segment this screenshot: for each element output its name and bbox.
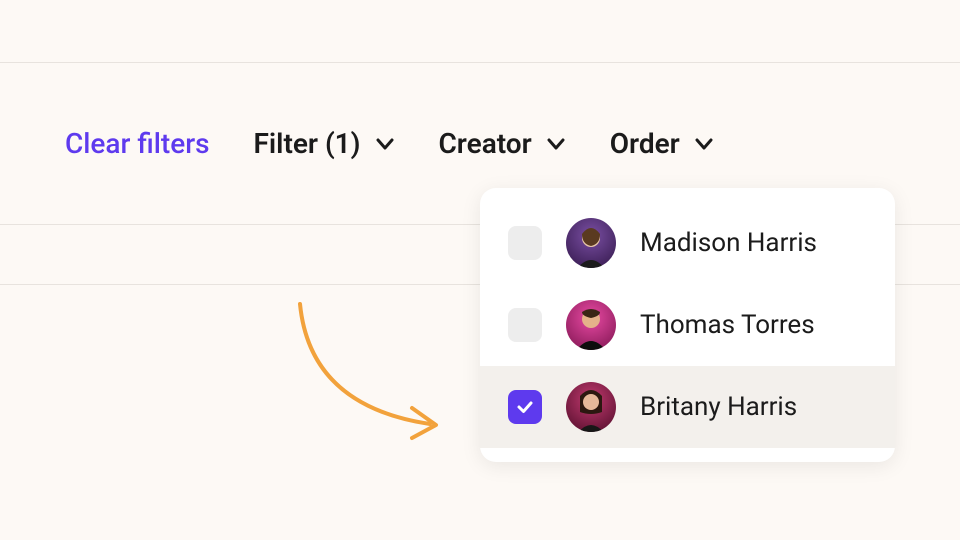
creator-option-row[interactable]: Thomas Torres xyxy=(480,284,895,366)
creator-option-name: Thomas Torres xyxy=(640,310,815,340)
checkbox-checked[interactable] xyxy=(508,390,542,424)
checkbox-unchecked[interactable] xyxy=(508,226,542,260)
creator-option-row[interactable]: Britany Harris xyxy=(480,366,895,448)
creator-option-name: Madison Harris xyxy=(640,228,817,258)
clear-filters-link[interactable]: Clear filters xyxy=(65,127,210,160)
order-dropdown-button[interactable]: Order xyxy=(610,127,714,160)
chevron-down-icon xyxy=(375,134,395,154)
order-label: Order xyxy=(610,127,680,160)
filter-dropdown-button[interactable]: Filter (1) xyxy=(254,127,395,160)
checkbox-unchecked[interactable] xyxy=(508,308,542,342)
creator-dropdown-button[interactable]: Creator xyxy=(439,127,566,160)
arrow-illustration-icon xyxy=(280,296,460,450)
chevron-down-icon xyxy=(546,134,566,154)
avatar xyxy=(566,382,616,432)
creator-option-name: Britany Harris xyxy=(640,392,797,422)
avatar xyxy=(566,218,616,268)
creator-dropdown-panel: Madison Harris Thomas Torres xyxy=(480,188,895,462)
filter-label: Filter (1) xyxy=(254,127,361,160)
chevron-down-icon xyxy=(694,134,714,154)
creator-option-row[interactable]: Madison Harris xyxy=(480,202,895,284)
avatar xyxy=(566,300,616,350)
creator-label: Creator xyxy=(439,127,532,160)
